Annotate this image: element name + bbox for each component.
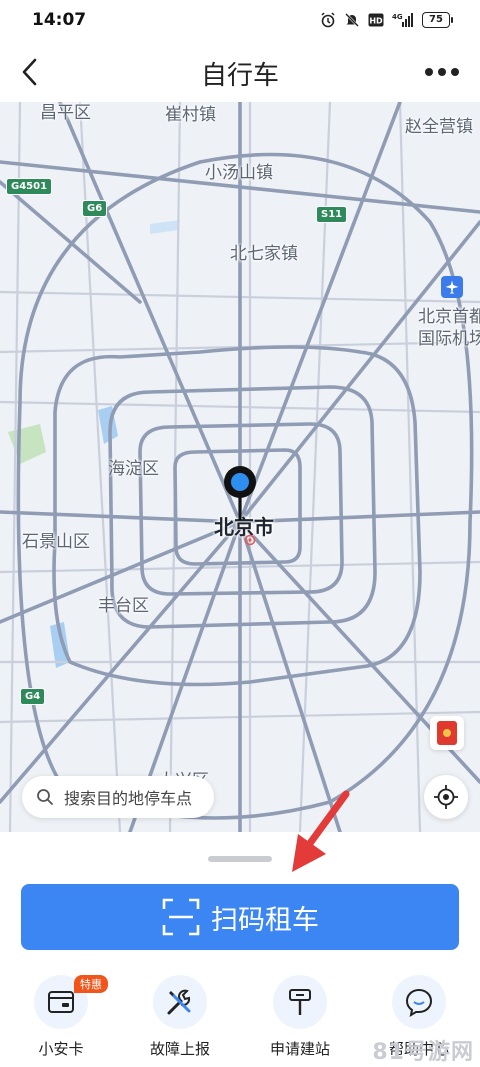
promo-envelope-button[interactable] [430, 716, 464, 750]
chat-bubble-icon [405, 988, 433, 1017]
card-icon [48, 991, 74, 1013]
more-dots-icon [425, 68, 459, 76]
map-view[interactable]: 昌平区 崔村镇 赵全营镇 小汤山镇 北七家镇 北京首都 国际机场 海淀区 北京市… [0, 102, 480, 832]
menu-item-card[interactable]: 特惠 小安卡 [6, 975, 116, 1059]
signal-icon: 4G [392, 13, 413, 27]
hd-icon: HD [368, 13, 384, 27]
highway-shield: G6 [82, 200, 108, 217]
promo-badge: 特惠 [74, 975, 108, 993]
menu-item-apply-station[interactable]: 申请建站 [245, 975, 355, 1059]
pointer-arrow-icon [292, 790, 350, 872]
station-sign-icon [289, 989, 311, 1015]
sheet-drag-handle[interactable] [208, 856, 272, 862]
search-placeholder: 搜索目的地停车点 [64, 789, 193, 808]
airplane-icon [441, 276, 463, 298]
menu-icon-circle [153, 975, 207, 1029]
status-time: 14:07 [32, 10, 87, 30]
menu-icon-circle [273, 975, 327, 1029]
location-pin-icon [224, 466, 256, 520]
map-label: 崔村镇 [165, 105, 216, 125]
svg-text:HD: HD [369, 17, 383, 26]
status-bar: 14:07 HD 4G 75 [0, 0, 480, 42]
tools-icon [167, 989, 191, 1015]
menu-item-label: 故障上报 [149, 1040, 210, 1058]
map-label: 北七家镇 [230, 244, 298, 264]
menu-item-label: 申请建站 [269, 1040, 330, 1058]
map-label: 小汤山镇 [205, 163, 273, 183]
city-center-marker [244, 534, 256, 546]
svg-text:4G: 4G [392, 13, 403, 21]
map-label: 海淀区 [108, 459, 159, 479]
status-icons: HD 4G 75 [320, 10, 453, 30]
red-envelope-icon [437, 721, 457, 745]
page-title: 自行车 [200, 61, 279, 91]
watermark: 81号游网 [372, 1040, 474, 1065]
search-icon [37, 789, 53, 805]
menu-icon-circle [392, 975, 446, 1029]
scan-to-rent-label: 扫码租车 [211, 904, 319, 936]
map-label: 昌平区 [40, 103, 91, 123]
map-label: 国际机场 [418, 329, 480, 349]
scan-to-rent-button[interactable]: 扫码租车 [21, 884, 459, 950]
crosshair-icon [434, 785, 458, 809]
search-parking-input[interactable]: 搜索目的地停车点 [22, 776, 214, 818]
highway-shield: G4 [20, 688, 46, 705]
scan-frame-icon [162, 898, 200, 936]
menu-item-label: 小安卡 [38, 1040, 84, 1058]
mute-bell-icon [345, 13, 359, 27]
locate-me-button[interactable] [424, 775, 468, 819]
highway-shield: G4501 [6, 178, 53, 195]
map-label: 丰台区 [98, 596, 149, 616]
map-label: 赵全营镇 [405, 117, 473, 137]
more-button[interactable] [420, 58, 464, 86]
highway-shield: S11 [316, 206, 348, 223]
battery-indicator: 75 [422, 12, 453, 28]
nav-header: 自行车 [0, 42, 480, 102]
map-label: 石景山区 [22, 532, 90, 552]
alarm-icon [321, 12, 335, 28]
menu-item-report-fault[interactable]: 故障上报 [125, 975, 235, 1059]
